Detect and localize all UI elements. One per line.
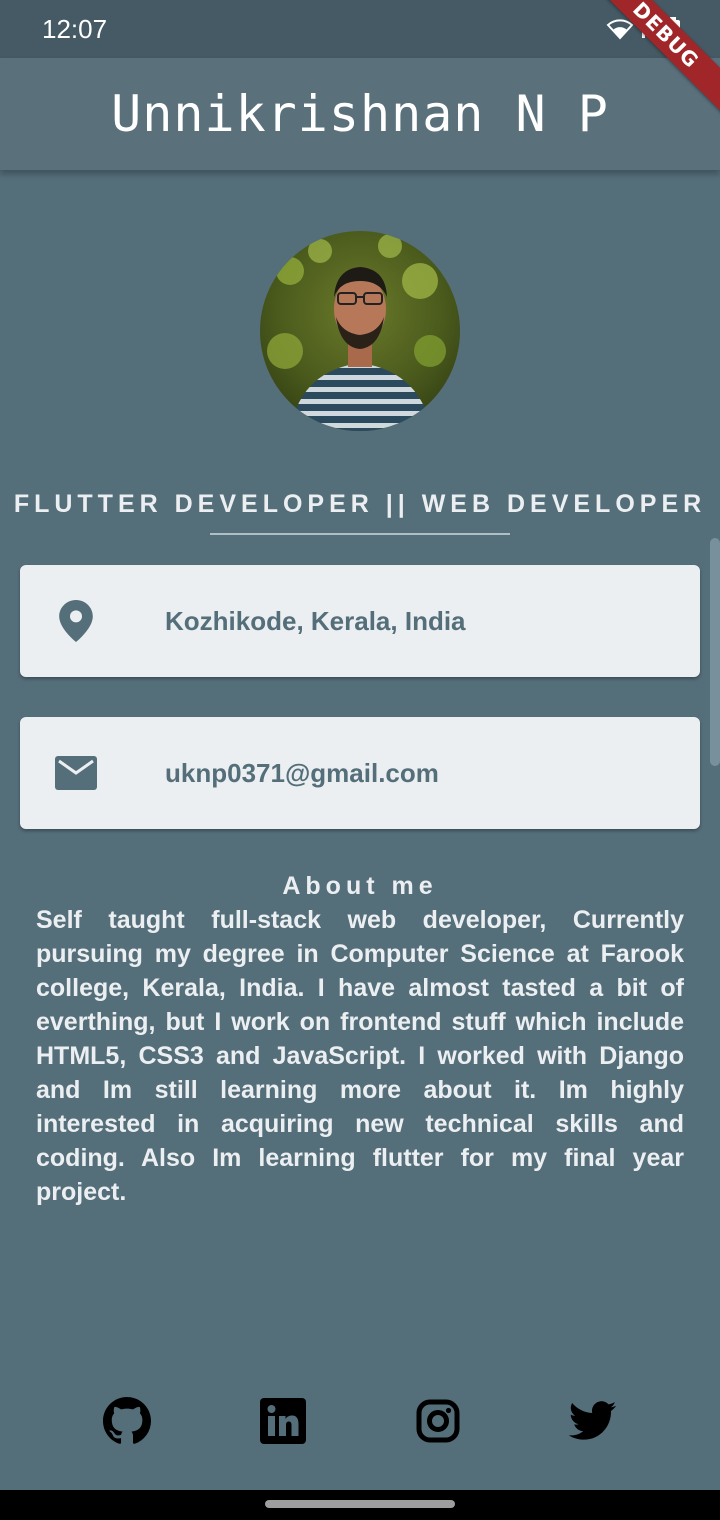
avatar xyxy=(260,231,460,431)
profile-subtitle: FLUTTER DEVELOPER || WEB DEVELOPER xyxy=(13,490,707,518)
status-bar: 12:07 xyxy=(0,0,720,58)
wifi-icon xyxy=(606,19,634,40)
mail-icon xyxy=(54,751,98,795)
subtitle-divider xyxy=(210,533,510,535)
avatar-photo xyxy=(260,231,460,431)
email-label: uknp0371@gmail.com xyxy=(165,757,439,788)
instagram-icon[interactable] xyxy=(412,1395,464,1447)
app-bar-title: Unnikrishnan N P xyxy=(111,85,609,143)
about-text: Self taught full-stack web developer, Cu… xyxy=(36,906,684,1206)
status-time: 12:07 xyxy=(42,14,108,44)
home-gesture-handle[interactable] xyxy=(265,1500,455,1508)
location-card[interactable]: Kozhikode, Kerala, India xyxy=(20,565,700,677)
email-card[interactable]: uknp0371@gmail.com xyxy=(20,717,700,829)
app-bar: Unnikrishnan N P xyxy=(0,58,720,170)
social-links xyxy=(0,1395,720,1451)
scrollbar[interactable] xyxy=(710,538,720,766)
navigation-bar xyxy=(0,1490,720,1520)
linkedin-icon[interactable] xyxy=(257,1395,309,1447)
twitter-icon[interactable] xyxy=(567,1395,619,1447)
github-icon[interactable] xyxy=(101,1395,153,1447)
location-pin-icon xyxy=(54,599,98,643)
location-label: Kozhikode, Kerala, India xyxy=(165,605,466,636)
about-title: About me xyxy=(282,872,438,900)
